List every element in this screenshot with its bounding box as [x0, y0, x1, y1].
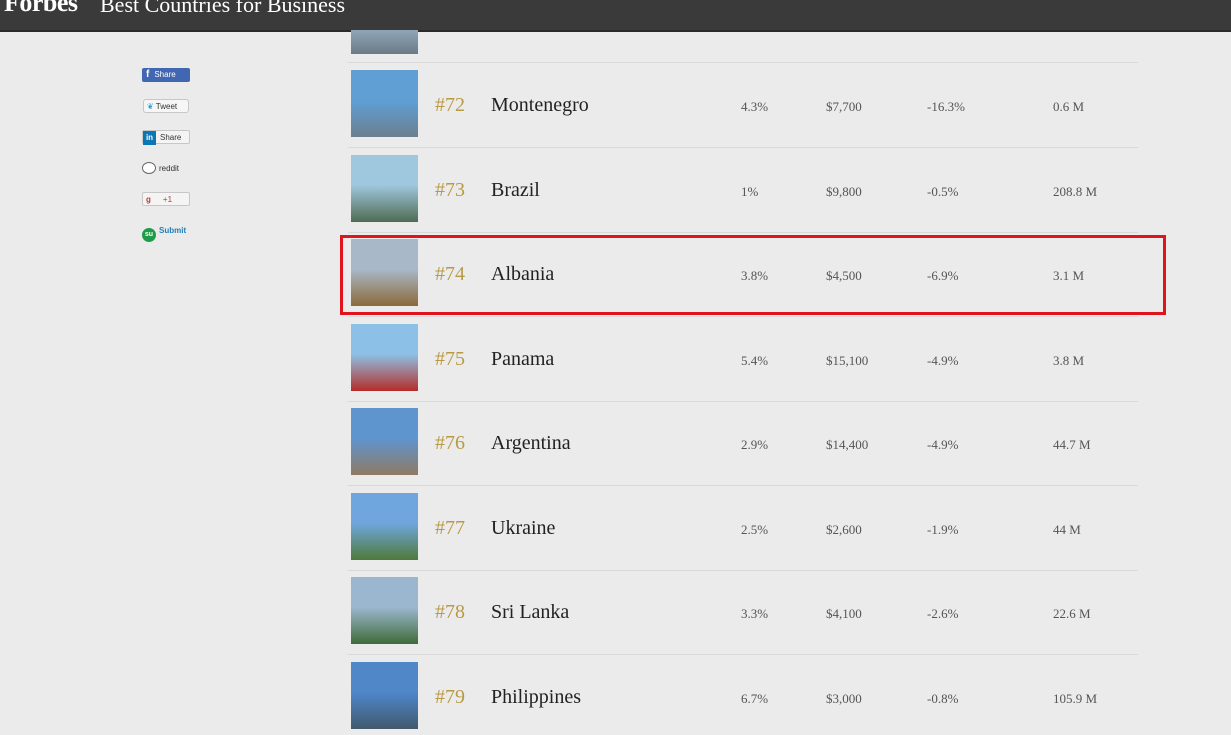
- reddit-share-button[interactable]: reddit: [142, 162, 192, 176]
- section-title[interactable]: Best Countries for Business: [100, 0, 345, 18]
- tweet-button[interactable]: ❦ Tweet: [143, 99, 189, 113]
- country-thumbnail[interactable]: [351, 323, 418, 391]
- row-divider: [348, 654, 1138, 655]
- country-name-link[interactable]: Brazil: [491, 179, 540, 202]
- linkedin-share-button[interactable]: in Share: [142, 130, 190, 145]
- reddit-alien-icon: [142, 162, 156, 174]
- trade-balance-value: -0.8%: [927, 690, 959, 706]
- country-thumbnail-partial[interactable]: [351, 30, 418, 54]
- trade-balance-value: -16.3%: [927, 99, 965, 114]
- gdp-per-capita-value: $14,400: [826, 437, 869, 452]
- gdp-growth-value: 3.8%: [741, 268, 769, 283]
- facebook-share-button[interactable]: f Share: [142, 68, 190, 82]
- gdp-growth-value: 6.7%: [741, 690, 769, 706]
- gdp-growth-value: 3.3%: [741, 606, 769, 621]
- row-divider: [348, 147, 1138, 148]
- country-thumbnail[interactable]: [351, 408, 418, 475]
- linkedin-icon: in: [143, 131, 156, 145]
- gdp-per-capita-value: $7,700: [826, 99, 862, 114]
- rank-number: #78: [435, 601, 465, 623]
- row-divider: [348, 231, 1138, 233]
- country-thumbnail[interactable]: [351, 70, 418, 137]
- country-name-link[interactable]: Sri Lanka: [491, 601, 569, 624]
- country-thumbnail[interactable]: [351, 492, 418, 560]
- gdp-per-capita-value: $9,800: [826, 183, 862, 199]
- tweet-label: Tweet: [155, 102, 178, 111]
- rank-number: #74: [435, 263, 465, 285]
- country-name-link[interactable]: Panama: [491, 348, 554, 371]
- rank-number: #79: [435, 685, 465, 708]
- country-thumbnail[interactable]: [351, 154, 418, 222]
- rank-number: #73: [435, 178, 465, 201]
- gdp-per-capita-value: $3,000: [826, 690, 862, 706]
- gdp-growth-value: 1%: [741, 183, 759, 199]
- facebook-share-label: Share: [154, 70, 176, 79]
- gdp-growth-value: 2.5%: [741, 521, 769, 537]
- reddit-label: reddit: [159, 164, 180, 173]
- population-value: 22.6 M: [1053, 606, 1091, 621]
- gdp-growth-value: 4.3%: [741, 99, 769, 114]
- population-value: 3.1 M: [1053, 268, 1085, 283]
- trade-balance-value: -2.6%: [927, 606, 959, 621]
- country-name-link[interactable]: Montenegro: [491, 94, 589, 117]
- row-divider: [348, 400, 1138, 402]
- row-divider: [348, 62, 1138, 63]
- gdp-per-capita-value: $15,100: [826, 352, 869, 368]
- gdp-growth-value: 2.9%: [741, 437, 769, 452]
- trade-balance-value: -4.9%: [927, 352, 959, 368]
- plus-one-label: +1: [162, 195, 173, 204]
- rank-number: #72: [435, 94, 465, 116]
- linkedin-share-label: Share: [160, 133, 182, 142]
- rank-number: #75: [435, 347, 465, 370]
- submit-label: Submit: [159, 226, 187, 235]
- row-divider: [348, 485, 1138, 486]
- population-value: 0.6 M: [1053, 99, 1085, 114]
- population-value: 44.7 M: [1053, 437, 1091, 452]
- stumbleupon-submit-button[interactable]: su Submit: [142, 224, 192, 242]
- country-name-link[interactable]: Albania: [491, 263, 554, 286]
- forbes-logo[interactable]: Forbes: [4, 0, 78, 18]
- gdp-per-capita-value: $2,600: [826, 521, 862, 537]
- population-value: 3.8 M: [1053, 352, 1085, 368]
- gdp-per-capita-value: $4,100: [826, 606, 862, 621]
- population-value: 208.8 M: [1053, 183, 1098, 199]
- country-thumbnail[interactable]: [351, 661, 418, 729]
- trade-balance-value: -4.9%: [927, 437, 959, 452]
- row-divider: [348, 569, 1138, 571]
- population-value: 105.9 M: [1053, 690, 1098, 706]
- gdp-growth-value: 5.4%: [741, 352, 769, 368]
- trade-balance-value: -6.9%: [927, 268, 959, 283]
- trade-balance-value: -0.5%: [927, 183, 959, 199]
- top-bar: Forbes Best Countries for Business: [0, 0, 1231, 32]
- trade-balance-value: -1.9%: [927, 521, 959, 537]
- country-thumbnail[interactable]: [351, 577, 418, 644]
- country-name-link[interactable]: Philippines: [491, 686, 581, 709]
- country-name-link[interactable]: Ukraine: [491, 517, 555, 540]
- country-name-link[interactable]: Argentina: [491, 432, 571, 455]
- rank-number: #76: [435, 432, 465, 454]
- rank-number: #77: [435, 516, 465, 539]
- country-thumbnail[interactable]: [351, 239, 418, 306]
- gdp-per-capita-value: $4,500: [826, 268, 862, 283]
- population-value: 44 M: [1053, 521, 1081, 537]
- row-divider: [348, 316, 1138, 317]
- stumbleupon-icon: su: [142, 228, 156, 242]
- facebook-icon: f: [146, 69, 150, 80]
- google-plus-icon: g: [146, 195, 151, 204]
- google-plus-one-button[interactable]: g +1: [142, 192, 190, 206]
- twitter-bird-icon: ❦: [147, 102, 154, 111]
